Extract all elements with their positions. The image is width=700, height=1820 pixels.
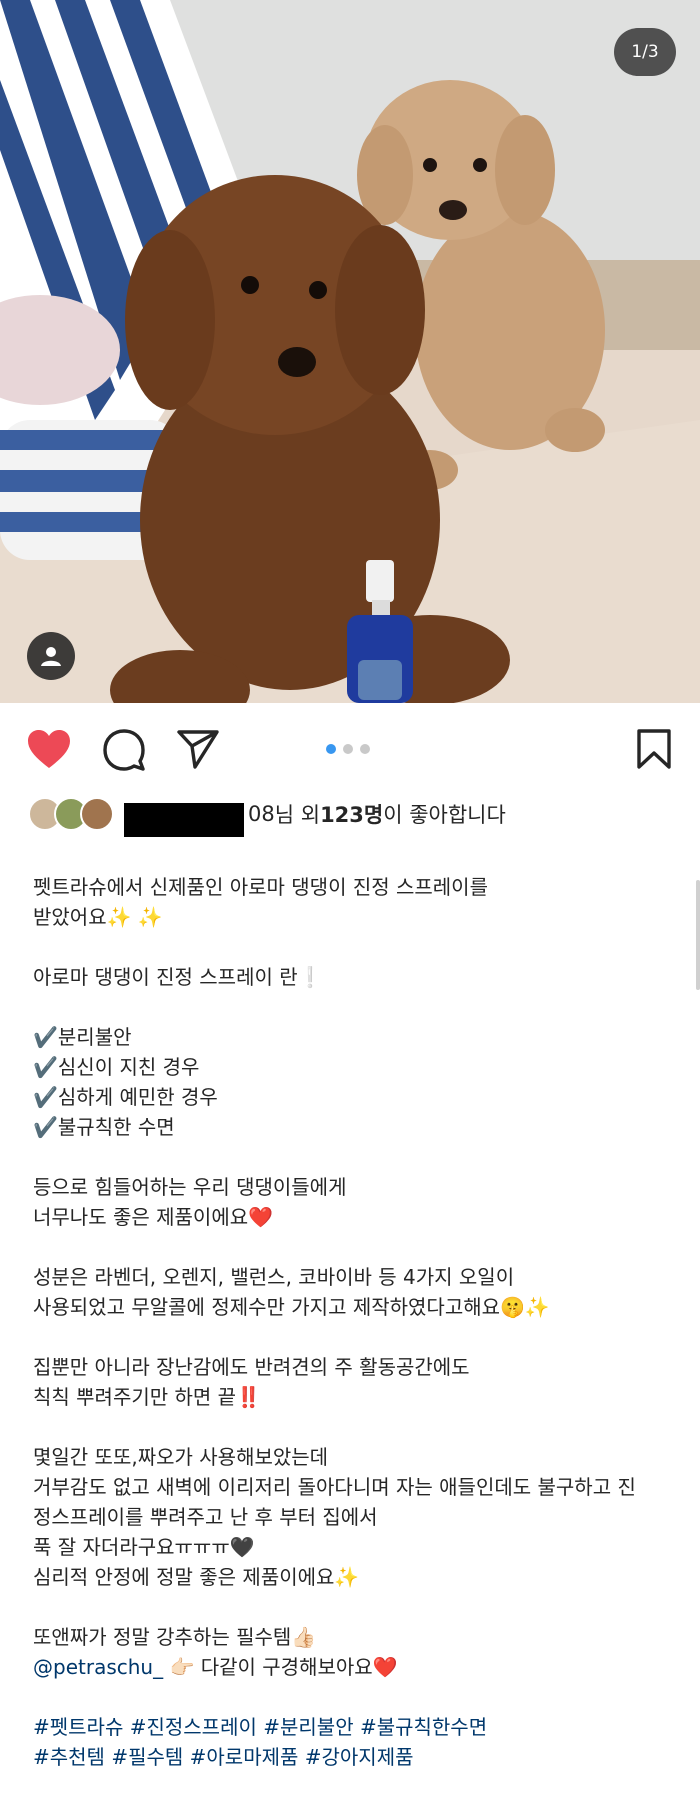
hashtags-line-2[interactable]: #추천템 #필수템 #아로마제품 #강아지제품 [33,1742,673,1772]
mention-link[interactable]: @petraschu_ [33,1655,163,1679]
caption-line: 펫트라슈에서 신제품인 아로마 댕댕이 진정 스프레이를 [33,875,488,899]
mention-suffix: 👉🏻 다같이 구경해보아요❤️ [163,1655,398,1679]
carousel-dot-2 [343,744,353,754]
likes-count[interactable]: 123명 [320,799,383,829]
caption-line: 몇일간 또또,짜오가 사용해보았는데 [33,1445,329,1469]
caption-line: ✔️심하게 예민한 경우 [33,1085,218,1109]
post-caption: 펫트라슈에서 신제품인 아로마 댕댕이 진정 스프레이를 받았어요✨ ✨ 아로마… [33,872,673,1772]
caption-line: 받았어요✨ ✨ [33,905,163,929]
caption-line: 푹 잘 자더라구요ㅠㅠㅠ🖤 [33,1535,255,1559]
caption-line: 아로마 댕댕이 진정 스프레이 란❕ [33,965,323,989]
hashtags-line-1[interactable]: #펫트라슈 #진정스프레이 #분리불안 #불규칙한수면 [33,1712,673,1742]
send-icon[interactable] [176,728,220,770]
likes-text: 님 외 [274,803,321,827]
tagged-user-button[interactable] [27,632,75,680]
image-counter-badge: 1/3 [614,28,676,76]
heart-filled-icon[interactable] [26,728,72,770]
caption-line: ✔️심신이 지친 경우 [33,1055,200,1079]
avatar [80,797,114,831]
redacted-username [124,803,244,837]
caption-line: 또앤짜가 정말 강추하는 필수템👍🏻 [33,1625,317,1649]
caption-line: 심리적 안정에 정말 좋은 제품이에요✨ [33,1565,360,1589]
dog-photo-illustration [0,0,700,703]
carousel-indicator [326,744,370,754]
caption-line: 거부감도 없고 새벽에 이리저리 돌아다니며 자는 애들인데도 불구하고 진 [33,1475,636,1499]
caption-line: 집뿐만 아니라 장난감에도 반려견의 주 활동공간에도 [33,1355,470,1379]
caption-line: 너무나도 좋은 제품이에요❤️ [33,1205,274,1229]
caption-mention-line: @petraschu_ 👉🏻 다같이 구경해보아요❤️ [33,1652,673,1682]
caption-line: ✔️분리불안 [33,1025,132,1049]
scrollbar[interactable] [696,880,700,990]
caption-line: 성분은 라벤더, 오렌지, 밸런스, 코바이바 등 4가지 오일이 [33,1265,515,1289]
caption-line: ✔️불규칙한 수면 [33,1115,175,1139]
liker-avatars [28,797,114,831]
likes-summary[interactable]: 08 님 외 123명 이 좋아합니다 [28,796,506,837]
bookmark-icon[interactable] [636,728,672,770]
carousel-dot-1 [326,744,336,754]
caption-line: 정스프레이를 뿌려주고 난 후 부터 집에서 [33,1505,378,1529]
likes-redacted-suffix: 08 [248,802,275,826]
caption-line: 사용되었고 무알콜에 정제수만 가지고 제작하였다고해요🤫✨ [33,1295,550,1319]
caption-line: 등으로 힘들어하는 우리 댕댕이들에게 [33,1175,347,1199]
comment-icon[interactable] [102,728,146,772]
post-photo[interactable]: 1/3 [0,0,700,703]
carousel-dot-3 [360,744,370,754]
person-icon [41,647,61,666]
likes-suffix: 이 좋아합니다 [383,803,506,827]
caption-line: 칙칙 뿌려주기만 하면 끝‼️ [33,1385,261,1409]
